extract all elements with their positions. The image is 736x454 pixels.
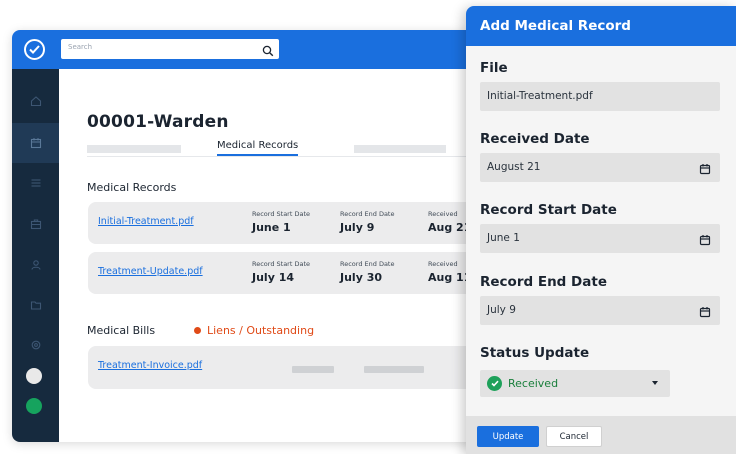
record-received-value: Aug 11	[428, 271, 472, 284]
record-received-value: Aug 21	[428, 221, 472, 234]
file-label: File	[480, 60, 508, 76]
status-value: Received	[508, 377, 559, 390]
panel-title: Add Medical Record	[480, 18, 631, 34]
calendar-icon[interactable]	[699, 303, 711, 322]
calendar-icon[interactable]	[699, 231, 711, 250]
calendar-icon	[30, 138, 41, 149]
record-start-value: July 14	[252, 271, 295, 284]
logo-check-icon[interactable]	[24, 39, 45, 60]
alert-dot-icon	[194, 327, 201, 334]
received-date-value: August 21	[487, 161, 541, 173]
check-circle-icon	[487, 376, 502, 391]
liens-filter[interactable]: Liens / Outstanding	[194, 324, 314, 337]
record-file-link[interactable]: Initial-Treatment.pdf	[98, 216, 194, 227]
top-bar: Search	[12, 30, 512, 69]
file-field[interactable]: Initial-Treatment.pdf	[480, 82, 720, 111]
record-start-value: June 1	[252, 221, 291, 234]
record-end-value: July 30	[340, 271, 383, 284]
avatar[interactable]	[26, 368, 42, 384]
tab-medical-records[interactable]: Medical Records	[217, 140, 299, 156]
sidebar-item-home[interactable]	[12, 81, 59, 121]
record-end-label: Record End Date	[340, 210, 395, 218]
record-end-date-label: Record End Date	[480, 274, 607, 290]
record-end-date-value: July 9	[487, 304, 516, 316]
update-button[interactable]: Update	[477, 426, 539, 447]
medical-records-heading: Medical Records	[87, 181, 177, 194]
table-row[interactable]: Treatment-Invoice.pdf	[88, 346, 488, 389]
record-received-label: Received	[428, 210, 458, 218]
add-medical-record-panel: Add Medical Record File Initial-Treatmen…	[466, 6, 736, 454]
received-date-label: Received Date	[480, 131, 590, 147]
panel-header: Add Medical Record	[466, 6, 736, 46]
table-row[interactable]: Treatment-Update.pdf Record Start Date J…	[88, 252, 488, 294]
sidebar-item-settings[interactable]	[12, 325, 59, 365]
tab-placeholder-1[interactable]	[87, 145, 181, 153]
record-end-date-field[interactable]: July 9	[480, 296, 720, 325]
file-value: Initial-Treatment.pdf	[487, 90, 593, 102]
stage: Search 00001-Warden Medical Records Medi…	[0, 0, 736, 454]
medical-bills-heading: Medical Bills	[87, 324, 156, 337]
sidebar	[12, 69, 59, 442]
record-received-label: Received	[428, 260, 458, 268]
record-start-label: Record Start Date	[252, 260, 311, 268]
record-end-label: Record End Date	[340, 260, 395, 268]
search-input[interactable]: Search	[61, 39, 279, 59]
bill-placeholder	[292, 366, 334, 373]
bill-placeholder	[364, 366, 424, 373]
home-icon	[30, 96, 41, 107]
record-received: Received Aug 21	[428, 210, 471, 234]
page-title: 00001-Warden	[87, 112, 229, 132]
record-start-date-value: June 1	[487, 232, 520, 244]
liens-label: Liens / Outstanding	[207, 324, 315, 337]
record-file-link[interactable]: Treatment-Update.pdf	[98, 266, 203, 277]
sidebar-item-files[interactable]	[12, 285, 59, 325]
search-placeholder: Search	[68, 43, 93, 51]
status-select[interactable]: Received	[480, 370, 670, 397]
settings-icon	[31, 340, 40, 350]
record-end-value: July 9	[340, 221, 375, 234]
search-icon[interactable]	[262, 42, 274, 61]
sidebar-item-cases[interactable]	[12, 204, 59, 244]
chevron-down-icon	[652, 381, 658, 385]
briefcase-icon	[30, 219, 41, 230]
sidebar-item-list[interactable]	[12, 163, 59, 203]
sidebar-item-contacts[interactable]	[12, 245, 59, 285]
record-end: Record End Date July 30	[340, 260, 394, 284]
tab-divider	[87, 156, 467, 157]
record-end: Record End Date July 9	[340, 210, 394, 234]
sidebar-item-calendar[interactable]	[12, 123, 59, 163]
received-date-field[interactable]: August 21	[480, 153, 720, 182]
record-start-date-label: Record Start Date	[480, 202, 617, 218]
record-start-label: Record Start Date	[252, 210, 311, 218]
record-start: Record Start Date June 1	[252, 210, 310, 234]
table-row[interactable]: Initial-Treatment.pdf Record Start Date …	[88, 202, 488, 244]
record-start: Record Start Date July 14	[252, 260, 310, 284]
status-update-label: Status Update	[480, 345, 590, 361]
calendar-icon[interactable]	[699, 160, 711, 179]
user-icon	[30, 260, 41, 270]
tab-placeholder-2[interactable]	[354, 145, 446, 153]
record-received: Received Aug 11	[428, 260, 471, 284]
folder-icon	[30, 301, 41, 310]
cancel-button[interactable]: Cancel	[546, 426, 602, 447]
record-start-date-field[interactable]: June 1	[480, 224, 720, 253]
status-indicator	[26, 398, 42, 414]
list-icon	[31, 179, 40, 187]
bill-file-link[interactable]: Treatment-Invoice.pdf	[98, 360, 202, 371]
